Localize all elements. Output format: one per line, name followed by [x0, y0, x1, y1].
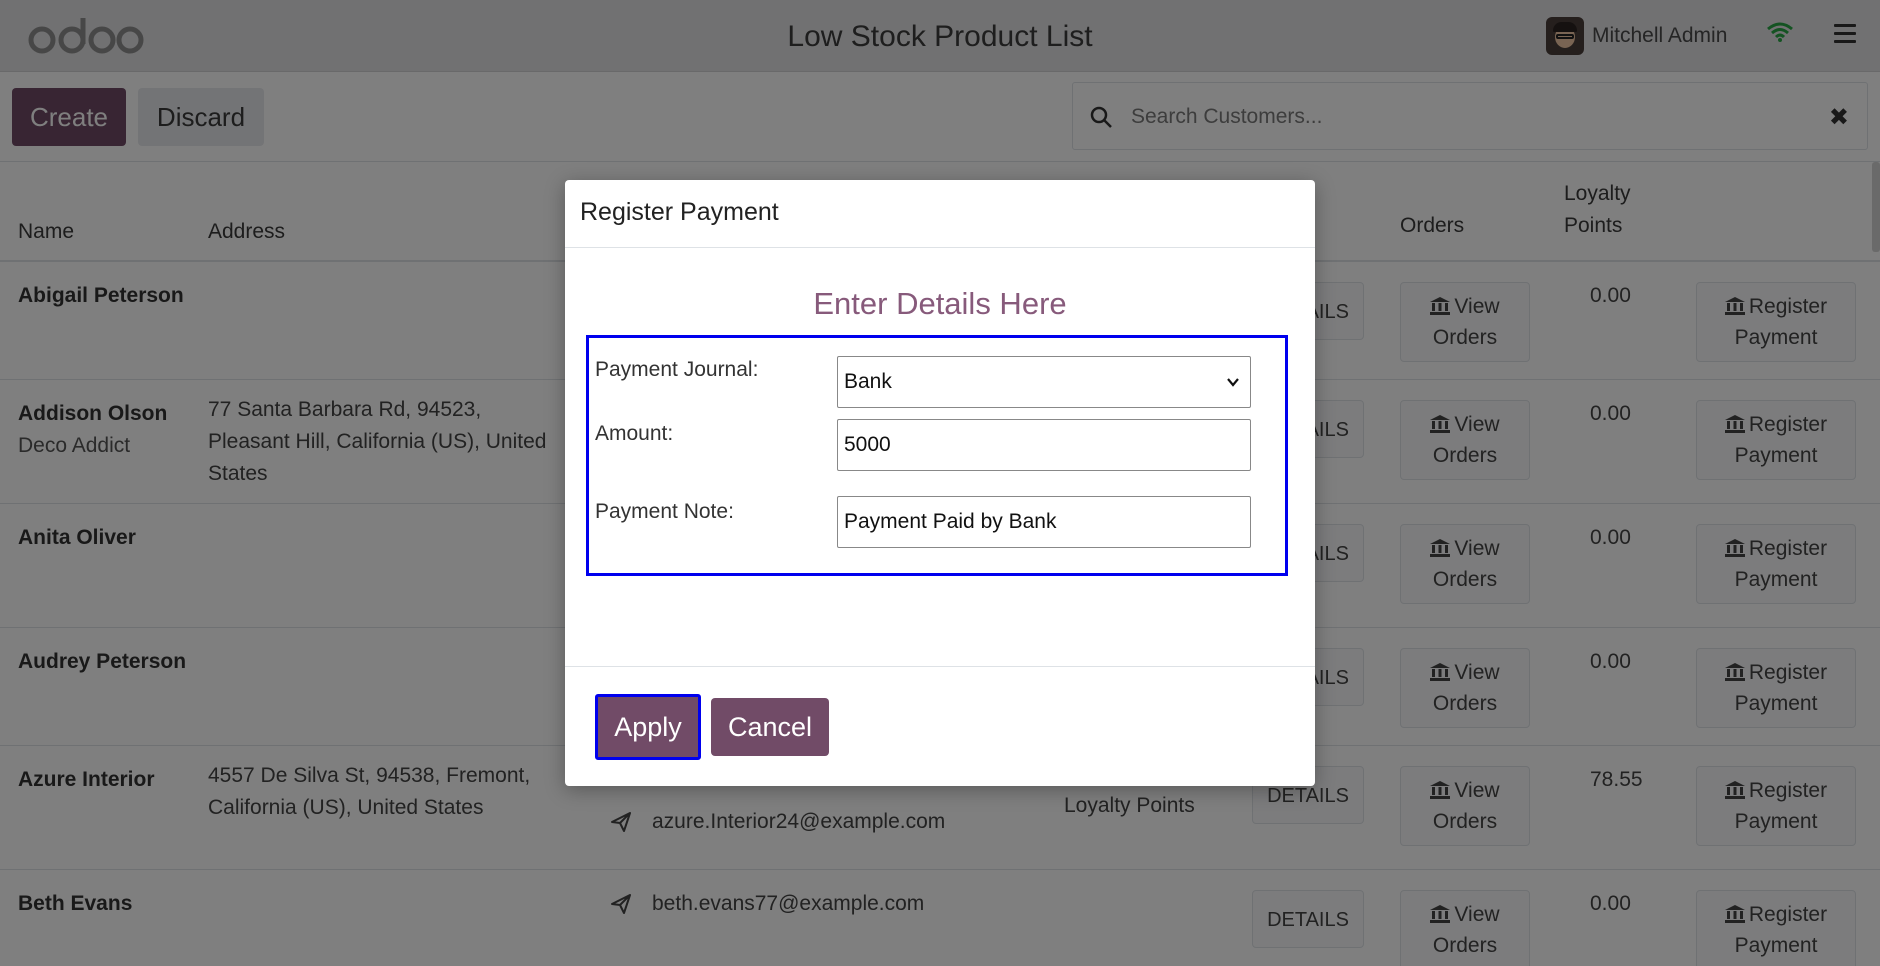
dialog-title: Register Payment [580, 198, 779, 226]
cancel-button[interactable]: Cancel [711, 698, 829, 756]
amount-label: Amount: [595, 422, 674, 445]
apply-button[interactable]: Apply [595, 694, 701, 760]
payment-journal-label: Payment Journal: [595, 358, 759, 381]
payment-form: Payment Journal: Bank Amount: Payment No… [586, 335, 1288, 576]
payment-note-label: Payment Note: [595, 500, 734, 523]
amount-field[interactable] [837, 419, 1251, 471]
scrollbar[interactable] [1872, 162, 1880, 252]
register-payment-dialog: Register Payment Enter Details Here Paym… [565, 180, 1315, 786]
payment-journal-select[interactable]: Bank [837, 356, 1251, 408]
payment-note-field[interactable] [837, 496, 1251, 548]
payment-journal-value: Bank [844, 370, 892, 393]
chevron-down-icon [1227, 378, 1239, 387]
dialog-footer: Apply Cancel [565, 666, 1315, 786]
dialog-header: Register Payment [565, 180, 1315, 248]
dialog-subtitle: Enter Details Here [813, 286, 1067, 321]
